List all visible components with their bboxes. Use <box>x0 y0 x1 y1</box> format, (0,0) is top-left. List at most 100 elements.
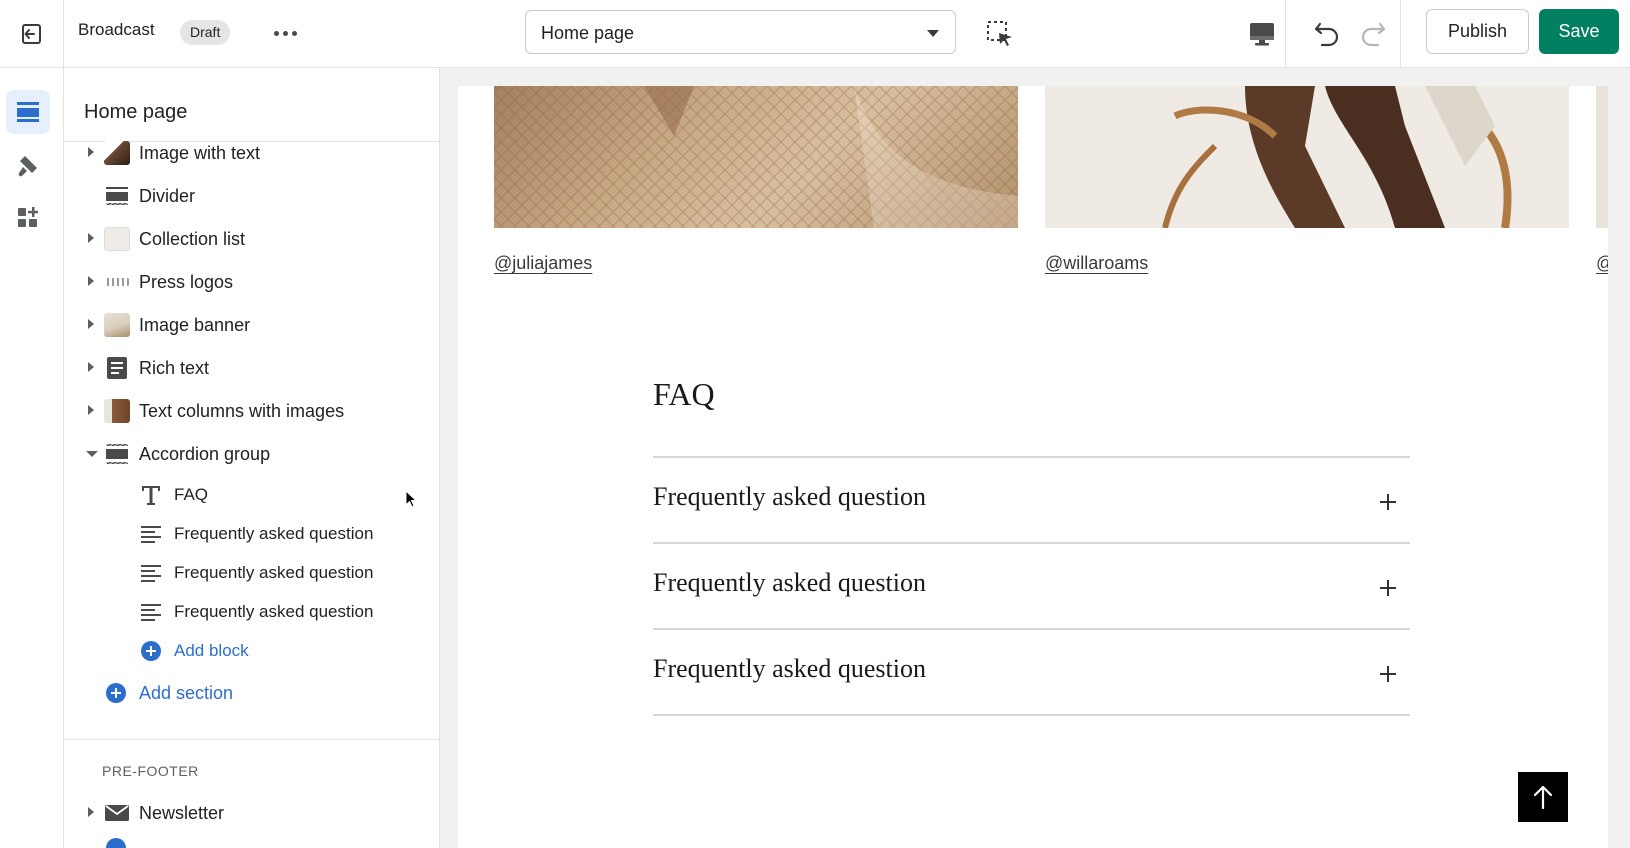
plus-icon[interactable] <box>1380 580 1396 596</box>
block-question[interactable]: Frequently asked question <box>64 553 439 593</box>
section-label: Image banner <box>139 315 251 335</box>
section-label: Newsletter <box>139 803 225 823</box>
mail-icon <box>105 805 129 821</box>
add-circle-icon <box>106 683 126 703</box>
page-select-value: Home page <box>541 23 635 43</box>
add-block-button[interactable]: Add block <box>64 631 439 671</box>
section-group-label: PRE-FOOTER <box>102 763 199 779</box>
arrow-up-icon <box>1533 785 1553 810</box>
section-label: Text columns with images <box>139 401 345 421</box>
chevron-right-icon <box>88 319 94 329</box>
rail-app-embeds-button[interactable] <box>6 196 50 240</box>
block-question[interactable]: Frequently asked question <box>64 514 439 554</box>
storefront-preview: @juliajames @willaroams @ FAQ Frequently… <box>458 86 1608 848</box>
chevron-right-icon <box>88 147 94 157</box>
rail-sections-button[interactable] <box>6 90 50 134</box>
chevron-down-icon <box>86 451 98 457</box>
redo-icon[interactable] <box>1356 16 1390 50</box>
sections-icon <box>17 102 39 122</box>
image-thumbnail <box>104 399 130 423</box>
chevron-right-icon <box>88 807 94 817</box>
rail-theme-settings-button[interactable] <box>6 144 50 188</box>
section-label: Accordion group <box>139 444 271 464</box>
chevron-right-icon <box>88 276 94 286</box>
exit-editor-button[interactable] <box>0 0 64 67</box>
desktop-view-icon[interactable] <box>1246 18 1278 50</box>
section-collection-list[interactable]: Collection list <box>64 219 439 259</box>
section-image-with-text[interactable]: Image with text <box>64 133 439 173</box>
section-text-columns-with-images[interactable]: Text columns with images <box>64 391 439 431</box>
faq-heading: FAQ <box>653 376 715 412</box>
section-newsletter[interactable]: Newsletter <box>64 793 439 833</box>
mouse-cursor-icon <box>405 490 418 508</box>
more-actions-button[interactable] <box>268 18 302 48</box>
paragraph-icon <box>141 604 161 621</box>
chair-model-image <box>1045 86 1569 228</box>
theme-name: Broadcast <box>78 20 155 39</box>
publish-button[interactable]: Publish <box>1426 9 1529 54</box>
block-label: FAQ <box>174 485 209 504</box>
section-divider[interactable]: Divider <box>64 176 439 216</box>
text-block-icon <box>107 357 127 379</box>
back-to-top-button[interactable] <box>1518 772 1568 822</box>
block-faq-heading[interactable]: FAQ <box>64 475 439 515</box>
add-circle-icon <box>141 641 161 661</box>
image-thumbnail <box>104 313 130 337</box>
toolbar-divider <box>1285 0 1286 67</box>
section-press-logos[interactable]: Press logos <box>64 262 439 302</box>
toolbar-divider <box>1400 0 1401 67</box>
section-label: Image with text <box>139 143 261 163</box>
apps-icon <box>18 207 38 227</box>
plus-icon[interactable] <box>1380 494 1396 510</box>
sections-sidebar: Home page Image with text Divider Collec… <box>64 68 440 848</box>
faq-question[interactable]: Frequently asked question <box>653 654 926 684</box>
sidebar-divider <box>64 739 439 740</box>
faq-divider <box>653 542 1410 544</box>
block-label: Frequently asked question <box>174 602 374 621</box>
section-image-banner[interactable]: Image banner <box>64 305 439 345</box>
instagram-handle-link[interactable]: @ <box>1596 253 1608 274</box>
save-button[interactable]: Save <box>1539 9 1619 54</box>
inspector-icon[interactable] <box>984 18 1016 50</box>
status-badge: Draft <box>180 20 231 45</box>
block-label: Frequently asked question <box>174 563 374 582</box>
sidebar-title: Home page <box>84 101 188 123</box>
image-thumbnail <box>104 278 130 286</box>
faq-divider <box>653 456 1410 458</box>
faq-question[interactable]: Frequently asked question <box>653 568 926 598</box>
paragraph-icon <box>141 526 161 543</box>
undo-icon[interactable] <box>1310 16 1344 50</box>
faq-divider <box>653 714 1410 716</box>
instagram-handle-link[interactable]: @willaroams <box>1045 253 1148 274</box>
page-select[interactable]: Home page <box>525 10 956 54</box>
left-rail <box>0 68 64 848</box>
chevron-right-icon <box>88 233 94 243</box>
ellipsis-icon <box>273 30 279 36</box>
section-accordion-group[interactable]: Accordion group <box>64 434 439 474</box>
product-photo[interactable] <box>1596 86 1608 228</box>
paintbrush-icon <box>18 156 37 177</box>
section-icon <box>105 187 129 206</box>
chevron-down-icon <box>927 30 939 37</box>
section-label: Rich text <box>139 358 210 378</box>
instagram-handle-link[interactable]: @juliajames <box>494 253 592 274</box>
image-thumbnail <box>104 141 130 165</box>
section-rich-text[interactable]: Rich text <box>64 348 439 388</box>
chevron-right-icon <box>88 405 94 415</box>
image-thumbnail <box>104 227 130 251</box>
block-question[interactable]: Frequently asked question <box>64 592 439 632</box>
add-section-button[interactable]: Add section <box>64 673 439 713</box>
add-block-label: Add block <box>174 641 249 660</box>
plus-icon[interactable] <box>1380 666 1396 682</box>
section-label: Divider <box>139 186 196 206</box>
exit-icon <box>21 23 41 44</box>
section-label: Press logos <box>139 272 234 292</box>
chevron-right-icon <box>88 362 94 372</box>
section-label: Collection list <box>139 229 246 249</box>
add-circle-icon[interactable] <box>106 838 126 848</box>
heading-icon <box>142 486 160 505</box>
section-icon <box>105 443 129 465</box>
faq-question[interactable]: Frequently asked question <box>653 482 926 512</box>
product-photo[interactable] <box>494 86 1018 228</box>
product-photo[interactable] <box>1045 86 1569 228</box>
